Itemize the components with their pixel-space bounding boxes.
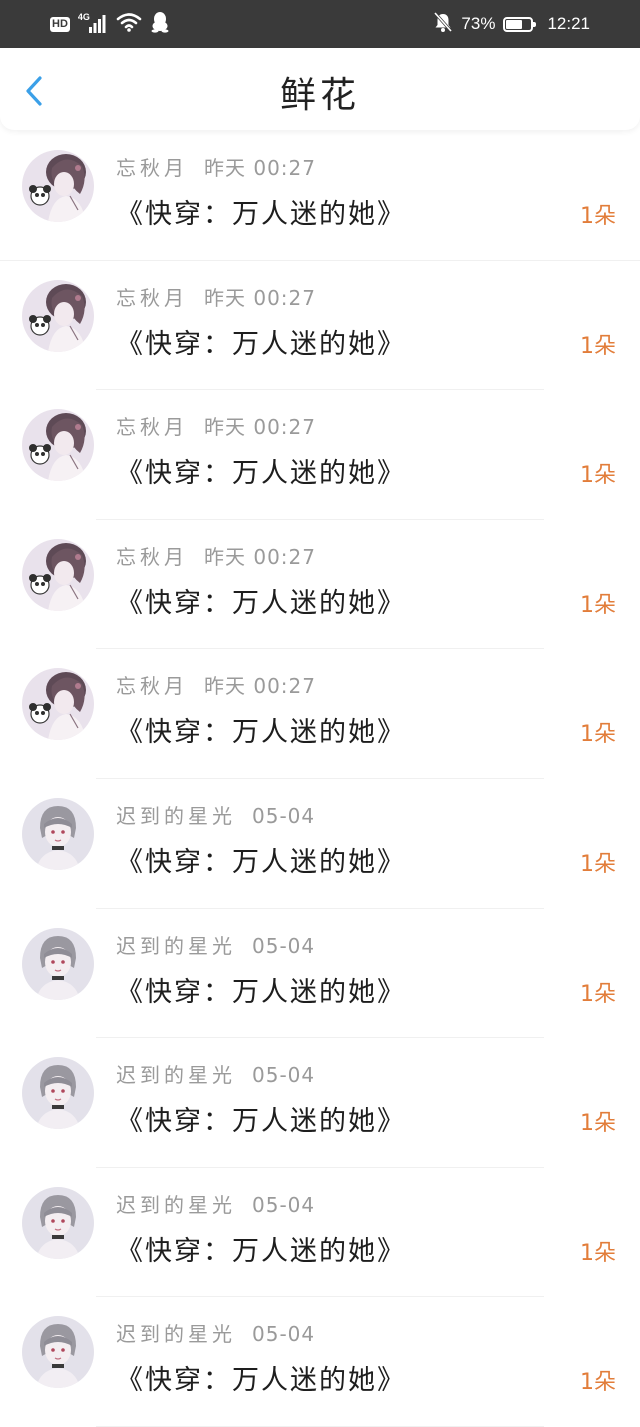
list-item[interactable]: 忘秋月 昨天 00:27 《快穿：万人迷的她》 1朵 (0, 131, 640, 261)
qq-icon (150, 11, 170, 37)
avatar[interactable] (22, 927, 94, 1000)
avatar[interactable] (22, 279, 94, 352)
timestamp: 05-04 (252, 803, 316, 828)
flower-count: 1朵 (580, 592, 616, 618)
avatar[interactable] (22, 538, 94, 611)
sender-info: 迟到的星光 05-04 (116, 800, 315, 829)
avatar[interactable] (22, 409, 94, 482)
timestamp: 昨天 00:27 (204, 674, 316, 699)
timestamp: 昨天 00:27 (204, 285, 316, 310)
sender-name: 忘秋月 (116, 544, 188, 569)
battery-icon (503, 16, 537, 32)
flower-count: 1朵 (580, 851, 616, 877)
book-title: 《快穿：万人迷的她》 (116, 976, 406, 1008)
sender-info: 迟到的星光 05-04 (116, 1059, 315, 1088)
list-item[interactable]: 迟到的星光 05-04 《快穿：万人迷的她》 1朵 (0, 1168, 640, 1298)
list-item[interactable]: 忘秋月 昨天 00:27 《快穿：万人迷的她》 1朵 (0, 390, 640, 520)
list-item[interactable]: 迟到的星光 05-04 《快穿：万人迷的她》 1朵 (0, 1038, 640, 1168)
sender-name: 忘秋月 (116, 674, 188, 699)
sender-name: 忘秋月 (116, 285, 188, 310)
sender-info: 忘秋月 昨天 00:27 (116, 152, 316, 181)
flower-count: 1朵 (580, 463, 616, 489)
list-item[interactable]: 迟到的星光 05-04 《快穿：万人迷的她》 1朵 (0, 1297, 640, 1427)
page-title: 鲜花 (279, 75, 360, 116)
network-type: 4G (77, 12, 90, 22)
flower-count: 1朵 (580, 981, 616, 1007)
sender-name: 迟到的星光 (116, 933, 236, 958)
sender-info: 迟到的星光 05-04 (116, 1189, 315, 1218)
sender-info: 迟到的星光 05-04 (116, 930, 315, 959)
list-item[interactable]: 忘秋月 昨天 00:27 《快穿：万人迷的她》 1朵 (0, 649, 640, 779)
book-title: 《快穿：万人迷的她》 (116, 199, 406, 230)
avatar[interactable] (22, 797, 94, 870)
status-bar-left: HD 4G (50, 0, 170, 48)
sender-name: 忘秋月 (116, 415, 188, 440)
list-item[interactable]: 忘秋月 昨天 00:27 《快穿：万人迷的她》 1朵 (0, 520, 640, 650)
list-item[interactable]: 忘秋月 昨天 00:27 《快穿：万人迷的她》 1朵 (0, 261, 640, 391)
book-title: 《快穿：万人迷的她》 (116, 458, 406, 490)
sender-name: 迟到的星光 (116, 803, 236, 828)
timestamp: 05-04 (252, 933, 316, 958)
book-title: 《快穿：万人迷的她》 (116, 1106, 406, 1138)
timestamp: 昨天 00:27 (204, 415, 316, 440)
timestamp: 05-04 (252, 1322, 316, 1347)
status-bar: HD 4G 73% 12:21 (0, 0, 640, 48)
header-bar: 鲜花 (0, 48, 640, 130)
list-item[interactable]: 迟到的星光 05-04 《快穿：万人迷的她》 1朵 (0, 909, 640, 1039)
avatar[interactable] (22, 1186, 94, 1259)
avatar[interactable] (22, 1057, 94, 1130)
flower-count: 1朵 (580, 722, 616, 748)
timestamp: 昨天 00:27 (204, 544, 316, 569)
flower-count: 1朵 (580, 1111, 616, 1137)
sender-name: 迟到的星光 (116, 1192, 236, 1217)
avatar[interactable] (22, 668, 94, 741)
sender-info: 忘秋月 昨天 00:27 (116, 670, 316, 699)
sender-name: 迟到的星光 (116, 1063, 236, 1088)
mute-bell-icon (433, 11, 453, 38)
battery-fill (506, 19, 523, 29)
flower-count: 1朵 (580, 204, 616, 229)
sender-info: 忘秋月 昨天 00:27 (116, 411, 316, 440)
book-title: 《快穿：万人迷的她》 (116, 1365, 406, 1397)
book-title: 《快穿：万人迷的她》 (116, 587, 406, 619)
hd-badge: HD (50, 16, 70, 32)
flower-list: 忘秋月 昨天 00:27 《快穿：万人迷的她》 1朵 忘秋月 昨天 00:27 《快穿：万人… (0, 131, 640, 1427)
sender-info: 忘秋月 昨天 00:27 (116, 541, 316, 570)
timestamp: 05-04 (252, 1192, 316, 1217)
book-title: 《快穿：万人迷的她》 (116, 328, 406, 360)
signal-icon: 4G (77, 12, 108, 35)
book-title: 《快穿：万人迷的她》 (116, 1235, 406, 1267)
avatar[interactable] (22, 1316, 94, 1389)
book-title: 《快穿：万人迷的她》 (116, 846, 406, 878)
list-item[interactable]: 迟到的星光 05-04 《快穿：万人迷的她》 1朵 (0, 779, 640, 909)
battery-percent: 73% (461, 14, 496, 33)
avatar[interactable] (22, 150, 94, 222)
timestamp: 05-04 (252, 1063, 316, 1088)
sender-info: 迟到的星光 05-04 (116, 1318, 315, 1347)
flower-count: 1朵 (580, 333, 616, 359)
book-title: 《快穿：万人迷的她》 (116, 717, 406, 749)
flower-count: 1朵 (580, 1240, 616, 1266)
flower-count: 1朵 (580, 1370, 616, 1396)
wifi-icon (116, 11, 142, 37)
sender-info: 忘秋月 昨天 00:27 (116, 282, 316, 311)
status-bar-right: 73% 12:21 (433, 0, 590, 48)
clock: 12:21 (547, 14, 590, 33)
sender-name: 忘秋月 (116, 156, 188, 180)
sender-name: 迟到的星光 (116, 1322, 236, 1347)
timestamp: 昨天 00:27 (204, 156, 316, 180)
